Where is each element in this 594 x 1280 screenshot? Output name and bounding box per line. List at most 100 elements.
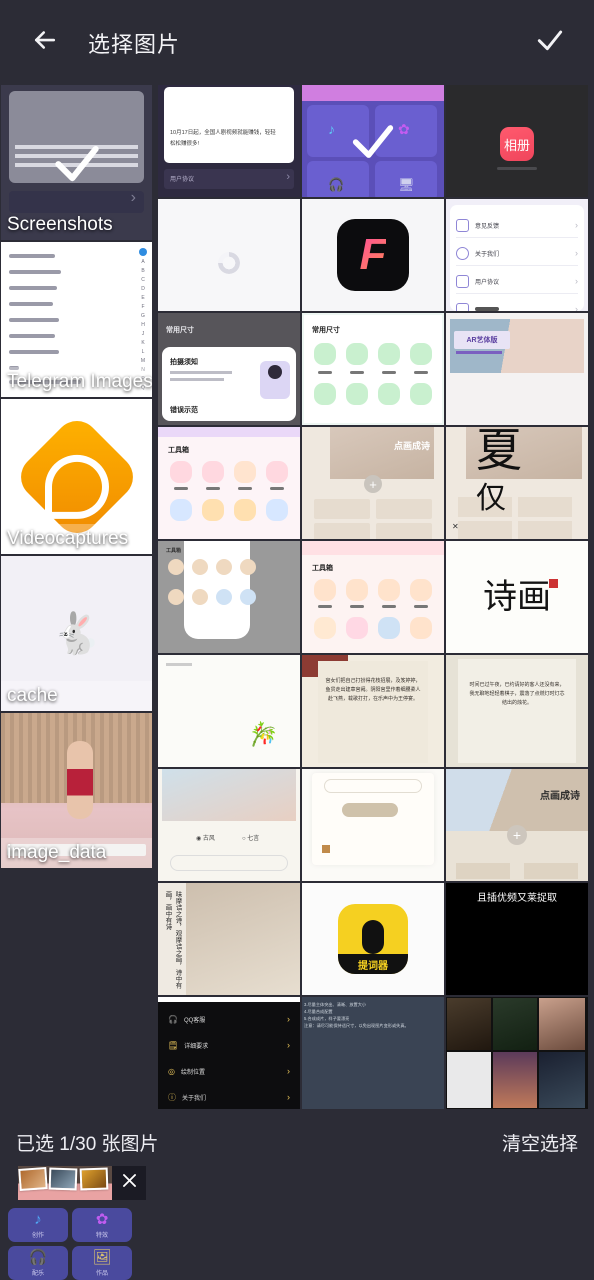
album-label: cache (1, 681, 152, 711)
notice-row-label: 用户协议 (170, 177, 195, 183)
settings-item: 意见反馈 (475, 223, 500, 230)
photo-cell[interactable]: 宫女们把自己打扮得花枝招展，及笈婷婷，鱼贯走出建章宫阙。阴阳宫里作着细腰柔人赴飞… (302, 655, 444, 767)
selected-thumbnail[interactable] (18, 1166, 112, 1200)
photo-cell[interactable]: 相册 (446, 85, 588, 197)
sidebar-item-screenshots[interactable]: Screenshots (1, 85, 152, 240)
menu-item: 详细要求 (184, 1043, 209, 1050)
settings-item: 关于我们 (475, 251, 500, 258)
app-tile[interactable]: ♪ 创作 (8, 1208, 68, 1242)
back-button[interactable] (16, 14, 74, 72)
ar-banner-label: AR艺体版 (454, 331, 510, 349)
selection-status-line: 已选 1/30 张图片 清空选择 (16, 1128, 578, 1156)
selection-bar: 已选 1/30 张图片 清空选择 ♪ 创作 ✿ 特效 🎧 配乐 🖼 作品 (0, 1112, 594, 1280)
music-icon: ♪ (34, 1210, 42, 1228)
user-icon (456, 246, 469, 260)
app-tile-label: 特效 (95, 1232, 108, 1239)
photo-cell[interactable]: F (302, 199, 444, 311)
remove-selection-button[interactable] (112, 1166, 146, 1200)
album-label: Telegram Images (1, 367, 152, 397)
selected-check-icon (49, 135, 105, 191)
menu-item: QQ客服 (183, 1017, 206, 1024)
arrow-left-icon (30, 25, 60, 60)
text-input[interactable] (324, 779, 422, 793)
photo-cell[interactable]: 且插优频又莱捉取 (446, 883, 588, 995)
selected-thumbnails-strip (18, 1166, 146, 1200)
photo-cell[interactable]: ♪ ✿ 🎧 🖥 (302, 85, 444, 197)
album-label: image_data (1, 838, 152, 868)
photo-cell[interactable]: 10月17日起，全国人剧视频就能赚钱，轻轻 松松赚很多! 用户协议 › (158, 85, 300, 197)
sidebar-item-videocaptures[interactable]: Videocaptures (1, 399, 152, 554)
album-app-icon: 相册 (500, 127, 534, 161)
confirm-button[interactable] (528, 21, 572, 65)
photo-cell[interactable]: 味摩诘之诗，观摩诘之画，诗中有画，画中有诗 (158, 883, 300, 995)
point-paint-label: 点画成诗 (393, 441, 430, 451)
photo-cell[interactable]: 常用尺寸 拍摄须知 错误示范 (158, 313, 300, 425)
app-tile-label: 创作 (31, 1232, 44, 1239)
app-header: 选择图片 (0, 0, 594, 85)
photo-cell[interactable]: AR艺体版 (446, 313, 588, 425)
photo-cell[interactable]: 工具箱 (302, 541, 444, 653)
photo-cell[interactable]: 工具箱 (158, 427, 300, 539)
toolbox-title: 工具箱 (312, 565, 333, 572)
album-label: Screenshots (7, 214, 113, 235)
background-app-tiles: ♪ 创作 ✿ 特效 🎧 配乐 🖼 作品 (8, 1208, 132, 1280)
photo-cell[interactable]: 常用尺寸 (302, 313, 444, 425)
app-tile[interactable]: ✿ 特效 (72, 1208, 132, 1242)
clear-selection-button[interactable]: 清空选择 (502, 1129, 578, 1156)
verse-text: 时间已过午夜，已约请好的客人还没有来，我无聊地轻轻着棋子，震落了点燃灯时灯芯结出… (469, 682, 565, 706)
selected-check-icon (347, 115, 399, 167)
black-title-text: 且插优频又莱捉取 (477, 893, 557, 904)
photo-cell[interactable]: 🎧 QQ客服 › 🗒 详细要求 › ◎ 绘制位置 › ⓘ 关于我们 › (158, 997, 300, 1109)
selected-count-label: 已选 1/30 张图片 (16, 1133, 159, 1155)
app-tile-label: 配乐 (31, 1270, 44, 1277)
submit-button[interactable] (342, 803, 398, 817)
photo-cell[interactable]: ◉ 古风 ○ 七言 (158, 769, 300, 881)
menu-item: 绘制位置 (180, 1069, 205, 1076)
close-icon: ✕ (452, 522, 459, 531)
loading-spinner-icon (218, 252, 240, 274)
sidebar-item-image-data[interactable]: image_data (1, 713, 152, 868)
photo-cell[interactable]: 夏仅 ✕ (446, 427, 588, 539)
add-icon: + (507, 825, 527, 845)
photo-cell[interactable] (302, 769, 444, 881)
close-icon (120, 1171, 139, 1195)
photo-cell[interactable]: 时间已过午夜，已约请好的客人还没有来，我无聊地轻轻着棋子，震落了点燃灯时灯芯结出… (446, 655, 588, 767)
add-icon: + (364, 475, 382, 493)
f-logo-icon: F (337, 219, 409, 291)
page-title: 选择图片 (88, 31, 181, 57)
mic-logo-label: 提词器 (338, 954, 408, 974)
menu-item: 关于我们 (182, 1095, 207, 1102)
photo-cell[interactable]: 3.尽量主体突出、清晰、放置大小 4.尽量合成配置 5.合成成片，样子要漂亮 注意：… (302, 997, 444, 1109)
bamboo-icon: 🎋 (244, 719, 282, 754)
album-label: Videocaptures (1, 524, 152, 554)
verse-text: 宫女们把自己打扮得花枝招展，及笈婷婷，鱼贯走出建章宫阙。阴阳宫里作着细腰柔人赴飞… (325, 678, 421, 702)
check-icon (534, 24, 566, 61)
photo-cell[interactable]: 意见反馈 › 关于我们 › 用户协议 › › (446, 199, 588, 311)
app-tile[interactable]: 🖼 作品 (72, 1246, 132, 1280)
radio-option[interactable]: ○ 七言 (242, 833, 259, 842)
sidebar-item-telegram-images[interactable]: ABCD EFGHJK LMNPQ Telegram Images (1, 242, 152, 397)
vertical-verse-text: 味摩诘之诗，观摩诘之画，诗中有画，画中有诗 (164, 891, 181, 989)
calligraphy-text: 诗画 (483, 577, 551, 617)
photo-grid[interactable]: 10月17日起，全国人剧视频就能赚钱，轻轻 松松赚很多! 用户协议 › ♪ ✿ … (158, 85, 594, 1112)
text-input[interactable] (170, 855, 288, 871)
photo-cell[interactable]: 提词器 (302, 883, 444, 995)
toolbox-title: 工具箱 (168, 447, 189, 454)
notice-text-2: 松松赚很多! (170, 141, 200, 147)
settings-item: 用户协议 (475, 279, 500, 286)
rabbit-icon: 🐇 (51, 612, 102, 656)
album-sidebar[interactable]: Screenshots ABCD EFGHJK LMNPQ (0, 85, 155, 1112)
photo-cell[interactable]: 工具箱 (158, 541, 300, 653)
photo-cell[interactable]: 🎋 (158, 655, 300, 767)
app-tile-label: 作品 (95, 1270, 108, 1277)
app-tile[interactable]: 🎧 配乐 (8, 1246, 68, 1280)
photo-cell[interactable]: 点画成诗 + (446, 769, 588, 881)
image-picker-screen: 选择图片 Screenshots (0, 0, 594, 1280)
dark-text: 3.尽量主体突出、清晰、放置大小 4.尽量合成配置 5.合成成片，样子要漂亮 注意：… (304, 1002, 409, 1028)
photo-cell[interactable] (446, 997, 588, 1109)
photo-cell[interactable]: 诗画 (446, 541, 588, 653)
sidebar-item-cache[interactable]: 🐇 cache (1, 556, 152, 711)
radio-option[interactable]: ◉ 古风 (196, 833, 215, 842)
photo-cell[interactable]: 点画成诗 + (302, 427, 444, 539)
photo-cell[interactable] (158, 199, 300, 311)
